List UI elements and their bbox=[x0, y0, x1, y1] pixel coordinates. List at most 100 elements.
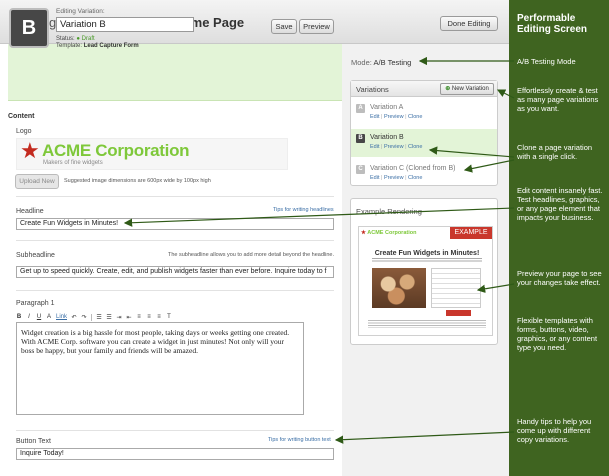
subheadline-hint: The subheadline allows you to add more d… bbox=[167, 252, 334, 258]
status-label: Status: bbox=[56, 36, 75, 42]
variation-status: Status: ● Draft bbox=[56, 36, 95, 42]
edit-link[interactable]: Edit bbox=[370, 114, 379, 120]
variation-row-name: Variation A bbox=[370, 104, 404, 111]
mode-value: A/B Testing bbox=[373, 58, 412, 67]
edit-link[interactable]: Edit bbox=[370, 175, 379, 181]
logo-text: ACME Corporation bbox=[42, 141, 190, 160]
status-text: Draft bbox=[81, 36, 95, 42]
star-icon: ★ bbox=[361, 230, 366, 236]
upload-hint: Suggested image dimensions are 600px wid… bbox=[64, 178, 211, 184]
variation-row-links: Edit | Preview | Clone bbox=[370, 114, 422, 120]
link-button[interactable]: Link bbox=[56, 314, 67, 320]
plus-icon: ⊕ bbox=[445, 86, 451, 92]
edit-link[interactable]: Edit bbox=[370, 144, 379, 150]
align-center-icon[interactable]: ≡ bbox=[146, 314, 152, 320]
toolbar-separator bbox=[91, 313, 93, 321]
bullet-list-icon[interactable]: ☰ bbox=[96, 314, 102, 321]
variations-title: Variations bbox=[356, 85, 389, 94]
subheadline-input[interactable]: Get up to speed quickly. Create, edit, a… bbox=[16, 266, 334, 278]
template-value: Lead Capture Form bbox=[83, 43, 139, 49]
subheadline-label: Subheadline bbox=[16, 252, 55, 259]
example-headline: Create Fun Widgets in Minutes! bbox=[374, 250, 480, 257]
button-tips-link[interactable]: Tips for writing button text bbox=[268, 437, 331, 443]
variation-name-input[interactable]: Variation B bbox=[56, 17, 194, 32]
numbered-list-icon[interactable]: ☰ bbox=[106, 314, 112, 321]
variation-badge: A bbox=[356, 104, 365, 113]
variation-row-a[interactable]: A Variation A Edit | Preview | Clone bbox=[351, 99, 497, 127]
example-photo bbox=[372, 268, 426, 308]
link-separator: | bbox=[381, 114, 383, 120]
italic-button[interactable]: I bbox=[26, 314, 32, 320]
mode-indicator: Mode: A/B Testing bbox=[351, 58, 411, 67]
note-preview: Preview your page to see your changes ta… bbox=[517, 269, 602, 287]
example-logo-text: ACME Corporation bbox=[367, 230, 417, 236]
link-separator: | bbox=[405, 175, 407, 181]
note-edit-content: Edit content insanely fast. Test headlin… bbox=[517, 186, 603, 222]
upload-new-button[interactable]: Upload New bbox=[15, 174, 59, 189]
logo-label: Logo bbox=[16, 128, 32, 135]
bold-button[interactable]: B bbox=[16, 314, 22, 320]
variation-badge: C bbox=[356, 165, 365, 174]
button-text-label: Button Text bbox=[16, 438, 51, 445]
headline-input[interactable]: Create Fun Widgets in Minutes! bbox=[16, 218, 334, 230]
button-text-input[interactable]: Inquire Today! bbox=[16, 448, 334, 460]
example-stamp: EXAMPLE bbox=[450, 227, 492, 239]
example-form-button bbox=[446, 310, 471, 316]
divider bbox=[16, 430, 334, 431]
template-label: Template: bbox=[56, 43, 83, 49]
mode-label: Mode: bbox=[351, 58, 372, 67]
variation-row-c[interactable]: C Variation C (Cloned from B) Edit | Pre… bbox=[351, 160, 497, 188]
headline-tips-link[interactable]: Tips for writing headlines bbox=[273, 207, 334, 213]
headline-label: Headline bbox=[16, 208, 44, 215]
example-rendering-title: Example Rendering bbox=[356, 207, 422, 216]
editing-variation-panel bbox=[8, 44, 342, 101]
content-section-title: Content bbox=[8, 113, 35, 120]
star-icon: ★ bbox=[20, 138, 40, 163]
paragraph-editor[interactable]: Widget creation is a big hassle for most… bbox=[16, 322, 304, 415]
variation-row-name: Variation B bbox=[370, 134, 404, 141]
variation-row-b[interactable]: B Variation B Edit | Preview | Clone bbox=[351, 129, 497, 157]
clone-link[interactable]: Clone bbox=[408, 175, 422, 181]
indent-icon[interactable]: ⇥ bbox=[116, 314, 122, 321]
logo-tagline: Makers of fine widgets bbox=[43, 160, 103, 166]
link-separator: | bbox=[381, 144, 383, 150]
annotation-sidebar bbox=[509, 0, 609, 476]
editing-variation-label: Editing Variation: bbox=[56, 8, 105, 15]
divider bbox=[16, 240, 334, 241]
text-color-button[interactable]: A bbox=[46, 314, 52, 320]
status-value: ● Draft bbox=[76, 36, 95, 42]
note-ab-testing: A/B Testing Mode bbox=[517, 57, 576, 66]
new-variation-button[interactable]: ⊕ New Variation bbox=[440, 83, 494, 95]
undo-icon[interactable]: ↶ bbox=[71, 314, 77, 321]
align-left-icon[interactable]: ≡ bbox=[136, 314, 142, 320]
variation-row-links: Edit | Preview | Clone bbox=[370, 144, 422, 150]
variation-template: Template: Lead Capture Form bbox=[56, 43, 139, 49]
preview-link[interactable]: Preview bbox=[384, 144, 404, 150]
sidebar-title: Performable Editing Screen bbox=[517, 13, 588, 35]
link-separator: | bbox=[381, 175, 383, 181]
outdent-icon[interactable]: ⇤ bbox=[126, 314, 132, 321]
variation-row-name: Variation C (Cloned from B) bbox=[370, 165, 456, 172]
preview-link[interactable]: Preview bbox=[384, 175, 404, 181]
new-variation-label: New Variation bbox=[451, 86, 489, 92]
example-subheadline-lines bbox=[372, 258, 482, 263]
richtext-toolbar: B I U A Link ↶ ↷ ☰ ☰ ⇥ ⇤ ≡ ≡ ≡ T bbox=[16, 312, 306, 322]
align-right-icon[interactable]: ≡ bbox=[156, 314, 162, 320]
preview-button[interactable]: Preview bbox=[299, 19, 334, 34]
clear-format-icon[interactable]: T bbox=[166, 314, 172, 320]
clone-link[interactable]: Clone bbox=[408, 144, 422, 150]
note-clone: Clone a page variation with a single cli… bbox=[517, 143, 593, 161]
link-separator: | bbox=[405, 144, 407, 150]
redo-icon[interactable]: ↷ bbox=[81, 314, 87, 321]
example-logo: ★ ACME Corporation bbox=[361, 230, 416, 236]
note-templates: Flexible templates with forms, buttons, … bbox=[517, 316, 598, 352]
preview-link[interactable]: Preview bbox=[384, 114, 404, 120]
divider bbox=[16, 196, 334, 197]
clone-link[interactable]: Clone bbox=[408, 114, 422, 120]
underline-button[interactable]: U bbox=[36, 314, 42, 320]
link-separator: | bbox=[405, 114, 407, 120]
save-button[interactable]: Save bbox=[271, 19, 297, 34]
done-editing-button[interactable]: Done Editing bbox=[440, 16, 498, 31]
note-tips: Handy tips to help you come up with diff… bbox=[517, 417, 592, 444]
variation-badge: B bbox=[356, 134, 365, 143]
